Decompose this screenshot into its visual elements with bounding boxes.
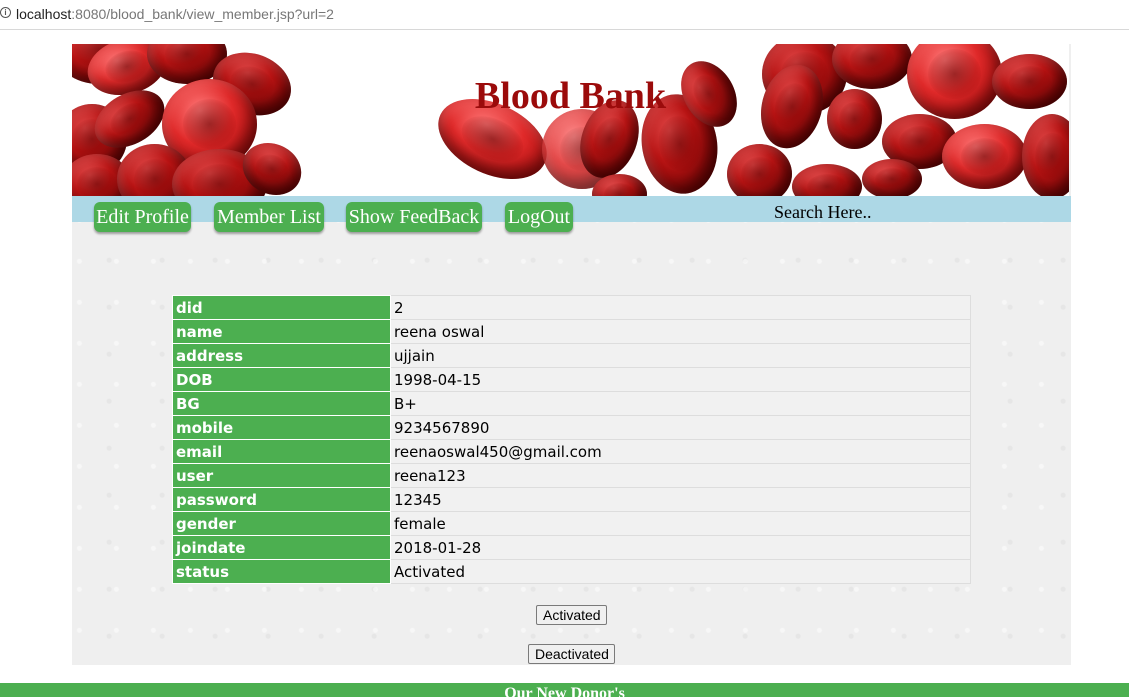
field-value: 2 — [390, 295, 971, 320]
field-label: status — [172, 559, 391, 584]
blood-cell-image — [792, 164, 862, 196]
field-value: reenaoswal450@gmail.com — [390, 439, 971, 464]
nav-bar: Edit Profile Member List Show FeedBack L… — [72, 196, 1071, 232]
site-title: Blood Bank — [474, 75, 667, 117]
field-label: DOB — [172, 367, 391, 392]
browser-address-bar[interactable]: i localhost:8080/blood_bank/view_member.… — [0, 0, 1129, 30]
field-value: Activated — [390, 559, 971, 584]
show-feedback-button[interactable]: Show FeedBack — [346, 202, 482, 232]
table-row: name reena oswal — [172, 319, 971, 344]
member-list-button[interactable]: Member List — [214, 202, 324, 232]
field-label: gender — [172, 511, 391, 536]
field-value: reena123 — [390, 463, 971, 488]
field-label: name — [172, 319, 391, 344]
table-row: status Activated — [172, 559, 971, 584]
logout-button[interactable]: LogOut — [505, 202, 573, 232]
field-label: password — [172, 487, 391, 512]
search-link[interactable]: Search Here.. — [774, 202, 871, 222]
table-row: did 2 — [172, 295, 971, 320]
table-row: DOB 1998-04-15 — [172, 367, 971, 392]
page-container: Blood Bank Edit Profile Member List Show… — [72, 44, 1071, 665]
field-value: 12345 — [390, 487, 971, 512]
field-label: mobile — [172, 415, 391, 440]
member-details-table: did 2 name reena oswal address ujjain DOB 1998-… — [172, 295, 971, 584]
field-label: email — [172, 439, 391, 464]
field-value: reena oswal — [390, 319, 971, 344]
table-row: user reena123 — [172, 463, 971, 488]
table-row: address ujjain — [172, 343, 971, 368]
info-icon[interactable]: i — [0, 7, 11, 18]
url-text[interactable]: localhost:8080/blood_bank/view_member.js… — [16, 5, 334, 23]
field-label: BG — [172, 391, 391, 416]
field-value: 9234567890 — [390, 415, 971, 440]
edit-profile-button[interactable]: Edit Profile — [94, 202, 191, 232]
deactivate-button[interactable]: Deactivated — [528, 644, 615, 664]
field-value: female — [390, 511, 971, 536]
activate-button[interactable]: Activated — [536, 605, 607, 625]
field-label: address — [172, 343, 391, 368]
field-label: joindate — [172, 535, 391, 560]
field-label: user — [172, 463, 391, 488]
field-label: did — [172, 295, 391, 320]
footer-donors-bar: Our New Donor's — [0, 683, 1129, 697]
blood-cell-image — [942, 124, 1027, 189]
header-banner: Blood Bank — [72, 44, 1069, 196]
field-value: 1998-04-15 — [390, 367, 971, 392]
field-value: 2018-01-28 — [390, 535, 971, 560]
field-value: B+ — [390, 391, 971, 416]
table-row: mobile 9234567890 — [172, 415, 971, 440]
field-value: ujjain — [390, 343, 971, 368]
table-row: email reenaoswal450@gmail.com — [172, 439, 971, 464]
table-row: joindate 2018-01-28 — [172, 535, 971, 560]
blood-cell-image — [862, 159, 922, 196]
table-row: BG B+ — [172, 391, 971, 416]
blood-cell-image — [727, 144, 792, 196]
footer-title: Our New Donor's — [504, 685, 625, 697]
blood-cell-image — [1022, 114, 1069, 196]
table-row: password 12345 — [172, 487, 971, 512]
table-row: gender female — [172, 511, 971, 536]
